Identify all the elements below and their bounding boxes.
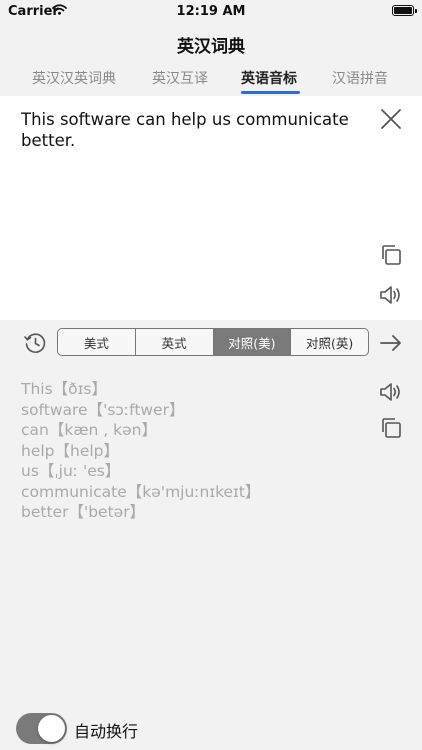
- history-icon[interactable]: [22, 330, 48, 356]
- phonetic-mode-row: 美式 英式 对照(美) 对照(英): [0, 322, 422, 366]
- tab-pinyin[interactable]: 汉语拼音: [332, 68, 388, 88]
- result-speaker-icon[interactable]: [376, 378, 406, 406]
- segment-compare-british[interactable]: 对照(英): [290, 329, 368, 355]
- arrow-right-icon[interactable]: [377, 330, 405, 356]
- phonetic-result: This【ðɪs】 software【'sɔːftwer】 can【kæn , …: [21, 379, 361, 523]
- close-icon[interactable]: [376, 104, 406, 134]
- result-line: better【'betər】: [21, 503, 146, 521]
- speaker-icon[interactable]: [376, 280, 406, 310]
- active-tab-indicator: [241, 91, 300, 94]
- toggle-knob: [38, 715, 65, 742]
- segment-american[interactable]: 美式: [58, 329, 135, 355]
- input-panel: This software can help us communicate be…: [0, 96, 422, 320]
- result-line: help【help】: [21, 441, 120, 460]
- result-line: can【kæn , kən】: [21, 421, 157, 439]
- status-time: 12:19 AM: [176, 4, 246, 19]
- tab-dictionary[interactable]: 英汉汉英词典: [32, 68, 116, 88]
- auto-wrap-label: 自动换行: [74, 722, 139, 741]
- status-bar: Carrier 12:19 AM: [0, 0, 422, 24]
- copy-icon[interactable]: [376, 240, 406, 270]
- result-line: communicate【kə'mjuːnɪkeɪt】: [21, 482, 261, 501]
- input-text-area[interactable]: This software can help us communicate be…: [21, 109, 351, 151]
- result-line: software【'sɔːftwer】: [21, 400, 185, 419]
- result-line: us【ˌjuː 'es】: [21, 462, 121, 480]
- phonetic-mode-segmented-control: 美式 英式 对照(美) 对照(英): [57, 328, 369, 356]
- result-line: This【ðɪs】: [21, 380, 107, 398]
- tab-phonetic[interactable]: 英语音标: [241, 68, 297, 88]
- segment-british[interactable]: 英式: [134, 329, 213, 355]
- tab-translate[interactable]: 英汉互译: [152, 68, 208, 88]
- tab-bar: 英汉汉英词典 英汉互译 英语音标 汉语拼音: [0, 68, 422, 96]
- result-copy-icon[interactable]: [376, 414, 406, 442]
- battery-icon: [392, 5, 417, 16]
- page-title: 英汉词典: [177, 37, 245, 57]
- auto-wrap-toggle[interactable]: [16, 713, 67, 744]
- segment-compare-american[interactable]: 对照(美): [212, 329, 291, 355]
